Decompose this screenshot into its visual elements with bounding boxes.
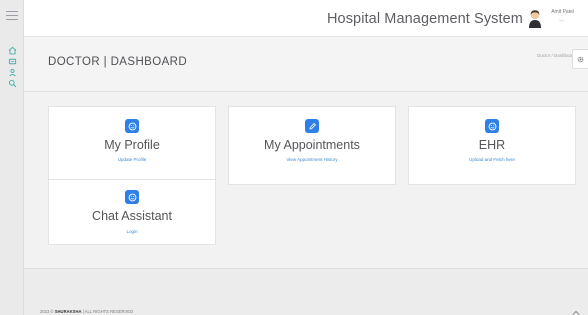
view-appointment-history-link[interactable]: View Appointment History — [229, 157, 395, 162]
search-icon — [8, 79, 16, 87]
menu-toggle-icon[interactable] — [6, 11, 18, 21]
card-icon-badge — [125, 190, 139, 204]
card-icon-badge — [125, 119, 139, 133]
sidebar — [0, 0, 24, 315]
chevron-up-icon — [572, 310, 580, 315]
pencil-icon — [308, 122, 316, 130]
home-icon — [8, 46, 16, 54]
chevron-down-icon[interactable]: ﹀ — [559, 19, 564, 26]
card-title: Chat Assistant — [92, 209, 172, 223]
user-icon — [8, 68, 16, 76]
card-title: EHR — [478, 138, 506, 152]
smile-icon — [128, 122, 136, 130]
page-header: DOCTOR | DASHBOARD Doctor / Dashboard — [24, 37, 588, 92]
copyright-text: 2023 © SHURAKSHA | ALL RIGHTS RESERVED — [40, 309, 133, 314]
copyright-suffix: | ALL RIGHTS RESERVED — [81, 309, 134, 314]
scroll-to-top-button[interactable] — [572, 303, 580, 315]
card-chat-assistant[interactable]: Chat Assistant Login — [48, 179, 216, 245]
card-my-profile[interactable]: My Profile Update Profile — [48, 106, 216, 185]
card-icon-badge — [305, 119, 319, 133]
page-title: DOCTOR | DASHBOARD — [48, 56, 188, 68]
user-name[interactable]: Amit Patel — [551, 9, 574, 15]
login-link[interactable]: Login — [49, 229, 215, 234]
smile-icon — [488, 122, 496, 130]
list-icon — [8, 58, 16, 64]
settings-toggle[interactable] — [572, 49, 588, 69]
copyright-year: 2023 © — [40, 309, 55, 314]
smile-icon — [128, 193, 136, 201]
card-my-appointments[interactable]: My Appointments View Appointment History — [228, 106, 396, 185]
footer-brand: SHURAKSHA — [54, 309, 82, 314]
upload-and-fetch-link[interactable]: Upload and Fetch here — [409, 157, 575, 162]
gear-icon — [577, 56, 584, 62]
avatar-icon — [529, 10, 541, 28]
breadcrumb: Doctor / Dashboard — [536, 53, 576, 58]
top-header: Hospital Management System Amit Patel ﹀ — [24, 0, 588, 37]
user-avatar[interactable] — [527, 8, 543, 28]
card-title: My Profile — [104, 138, 160, 152]
footer: 2023 © SHURAKSHA | ALL RIGHTS RESERVED — [24, 268, 588, 315]
card-ehr[interactable]: EHR Upload and Fetch here — [408, 106, 576, 185]
card-icon-badge — [485, 119, 499, 133]
update-profile-link[interactable]: Update Profile — [49, 157, 215, 162]
app-title: Hospital Management System — [326, 11, 523, 27]
dashboard-content: My Profile Update Profile My Appointment… — [24, 92, 588, 268]
card-title: My Appointments — [264, 138, 360, 152]
sidebar-item-search[interactable] — [3, 77, 21, 89]
